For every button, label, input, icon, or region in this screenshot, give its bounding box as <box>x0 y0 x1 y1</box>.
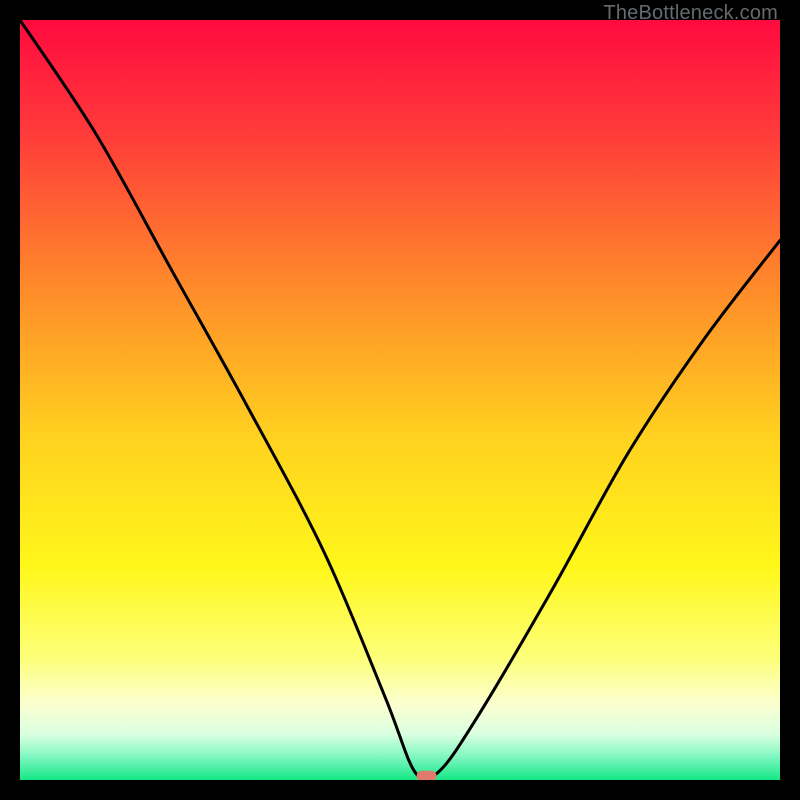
plot-area <box>20 20 780 780</box>
optimum-marker <box>417 771 437 780</box>
gradient-background <box>20 20 780 780</box>
chart-frame: TheBottleneck.com <box>0 0 800 800</box>
watermark-text: TheBottleneck.com <box>603 2 778 25</box>
chart-svg <box>20 20 780 780</box>
